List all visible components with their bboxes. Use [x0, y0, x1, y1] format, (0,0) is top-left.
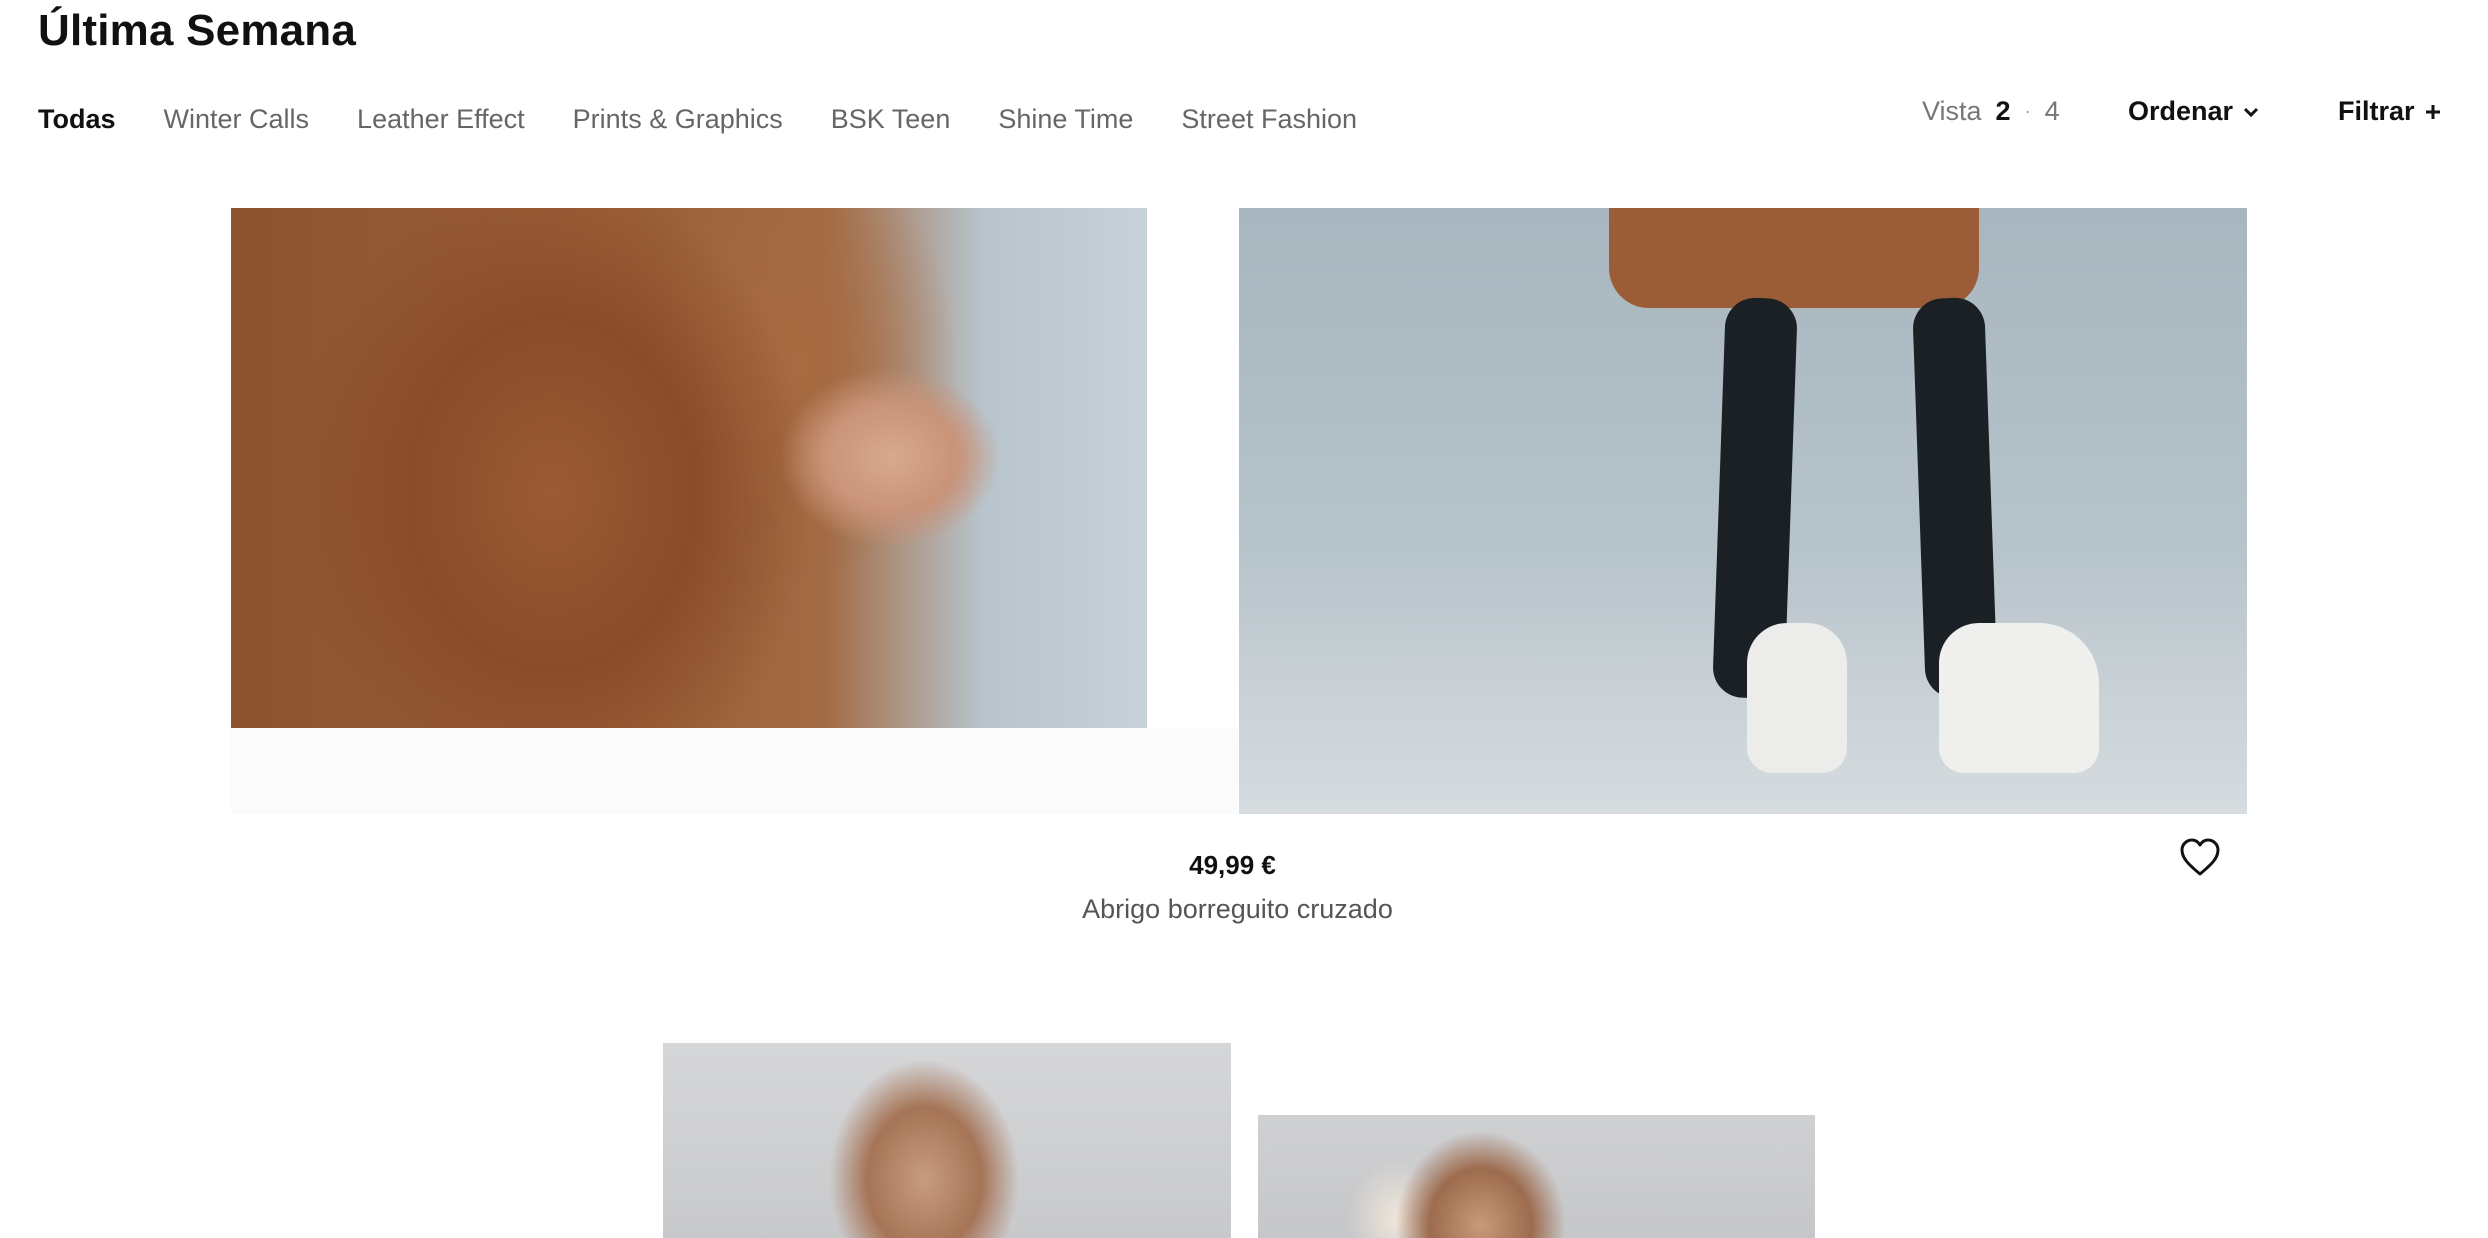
view-switch: Vista 2 · 4: [1922, 96, 2060, 127]
heart-icon[interactable]: [2178, 836, 2222, 880]
category-tab-leather-effect[interactable]: Leather Effect: [357, 104, 525, 135]
image-shoe-shape: [1747, 623, 1847, 773]
product-name[interactable]: Abrigo borreguito cruzado: [1040, 894, 1435, 925]
sort-label: Ordenar: [2128, 96, 2234, 126]
category-tab-bsk-teen[interactable]: BSK Teen: [831, 104, 951, 135]
category-tab-winter-calls[interactable]: Winter Calls: [164, 104, 310, 135]
category-nav: Todas Winter Calls Leather Effect Prints…: [38, 104, 1357, 135]
view-separator: ·: [2024, 101, 2031, 121]
product-price: 49,99 €: [1189, 850, 1276, 880]
product-image-next-1[interactable]: [663, 1043, 1231, 1238]
view-option-2[interactable]: 2: [1996, 96, 2011, 127]
image-shoe-shape: [1939, 623, 2099, 773]
product-image-backdrop: [231, 728, 1238, 814]
view-option-4[interactable]: 4: [2045, 96, 2060, 127]
filter-button[interactable]: Filtrar: [2338, 96, 2441, 127]
sort-button[interactable]: Ordenar: [2128, 96, 2259, 127]
category-tab-prints-graphics[interactable]: Prints & Graphics: [573, 104, 783, 135]
view-label: Vista: [1922, 96, 1982, 126]
plus-icon: [2425, 104, 2440, 119]
product-image-detail[interactable]: [231, 208, 1147, 728]
product-image-full[interactable]: [1239, 208, 2247, 814]
category-tab-street-fashion[interactable]: Street Fashion: [1181, 104, 1357, 135]
image-coat-shape: [1609, 208, 1979, 308]
product-image-next-2[interactable]: [1258, 1115, 1815, 1238]
page-title: Última Semana: [38, 6, 357, 55]
category-tab-todas[interactable]: Todas: [38, 104, 116, 135]
category-tab-shine-time[interactable]: Shine Time: [998, 104, 1133, 135]
filter-label: Filtrar: [2338, 96, 2415, 126]
chevron-down-icon: [2243, 107, 2259, 117]
